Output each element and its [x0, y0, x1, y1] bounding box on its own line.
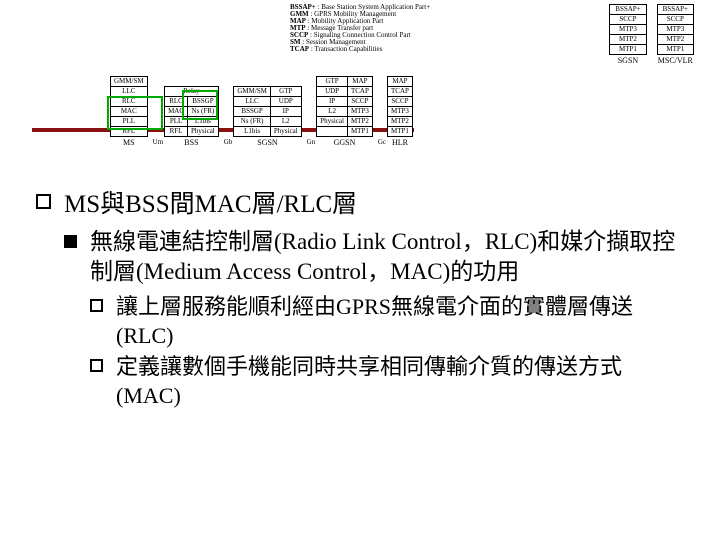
stack-cell: MAP [388, 77, 413, 87]
iface-label: Um [152, 139, 165, 147]
stack-cell: MTP3 [388, 107, 413, 117]
stack-label: GGSN [334, 139, 356, 147]
stack-cell: MTP1 [610, 45, 646, 55]
iface-label: Gb [223, 139, 234, 147]
bullet-l1-text: MS與BSS間MAC層/RLC層 [64, 191, 357, 218]
bullet-l3-text: 讓上層服務能順利經由GPRS無線電介面的實體層傳送(RLC) [116, 294, 633, 348]
stack-cell: MTP2 [610, 35, 646, 45]
stack-cell: L1bis [234, 127, 271, 137]
protocol-stack-diagram: BSSAP+ : Base Station System Application… [110, 4, 700, 166]
stack-sgsn-top: BSSAP+SCCPMTP3MTP2MTP1 SGSN [609, 4, 646, 65]
legend-row: TCAP : Transaction Capabilities [290, 46, 500, 53]
bottom-stacks: GMM/SMLLCRLCMACPLLRFL MS Um RelayRLCBSSG… [110, 76, 417, 147]
stack-cell: MAC [165, 107, 188, 117]
stack-cell: UDP [317, 87, 348, 97]
stack-hlr: MAPTCAPSCCPMTP3MTP2MTP1 HLR [387, 76, 413, 147]
stack-cell: SCCP [610, 15, 646, 25]
stack-cell: BSSGP [234, 107, 271, 117]
stack-cell: IP [270, 107, 301, 117]
stack-label: SGSN [618, 57, 638, 65]
stack-label: BSS [184, 139, 198, 147]
bullet-l3-text: 定義讓數個手機能同時共享相同傳輸介質的傳送方式(MAC) [116, 354, 622, 408]
stack-cell: MTP2 [657, 35, 693, 45]
stack-cell: Physical [270, 127, 301, 137]
stack-cell: MTP1 [657, 45, 693, 55]
stack-cell: RFL [111, 127, 148, 137]
stack-cell: MTP3 [657, 25, 693, 35]
stack-cell: SCCP [347, 97, 372, 107]
stack-cell: GMM/SM [234, 87, 271, 97]
iface-label: Gc [377, 139, 387, 147]
stack-cell: MTP2 [388, 117, 413, 127]
stack-label: MS [123, 139, 135, 147]
stack-cell: MTP3 [347, 107, 372, 117]
stack-cell: L2 [270, 117, 301, 127]
stack-cell: LLC [111, 87, 148, 97]
stack-label: SGSN [257, 139, 277, 147]
stack-cell [317, 127, 348, 137]
legend: BSSAP+ : Base Station System Application… [290, 4, 500, 53]
stack-cell: Relay [165, 87, 219, 97]
stack-label: MSC/VLR [658, 57, 693, 65]
stack-cell: GMM/SM [111, 77, 148, 87]
stack-cell: PLL [165, 117, 188, 127]
stack-cell: TCAP [388, 87, 413, 97]
stack-cell: BSSAP+ [610, 5, 646, 15]
stack-cell: IP [317, 97, 348, 107]
stack-cell: MAP [347, 77, 372, 87]
stack-cell: Physical [188, 127, 219, 137]
stack-cell: MAC [111, 107, 148, 117]
stack-ms: GMM/SMLLCRLCMACPLLRFL MS [110, 76, 148, 147]
top-right-stacks: BSSAP+SCCPMTP3MTP2MTP1 SGSN BSSAP+SCCPMT… [609, 4, 694, 65]
bullet-l2-text: 無線電連結控制層(Radio Link Control，RLC)和媒介擷取控制層… [90, 229, 675, 284]
stack-cell: Ns (FR) [188, 107, 219, 117]
stack-cell: Physical [317, 117, 348, 127]
iface-label: Gn [306, 139, 317, 147]
stack-cell: RFL [165, 127, 188, 137]
stack-cell: TCAP [347, 87, 372, 97]
stack-label: HLR [392, 139, 408, 147]
stack-cell: Ns (FR) [234, 117, 271, 127]
stack-cell: L2 [317, 107, 348, 117]
stack-cell: RLC [111, 97, 148, 107]
bullet-l1: MS與BSS間MAC層/RLC層 無線電連結控制層(Radio Link Con… [36, 188, 686, 410]
bullet-l3: 定義讓數個手機能同時共享相同傳輸介質的傳送方式(MAC) [90, 352, 686, 410]
stack-ggsn: GTPMAPUDPTCAPIPSCCPL2MTP3PhysicalMTP2MTP… [316, 76, 373, 147]
stack-mscvlr: BSSAP+SCCPMTP3MTP2MTP1 MSC/VLR [657, 4, 694, 65]
stack-cell: GTP [270, 87, 301, 97]
stack-cell: PLL [111, 117, 148, 127]
stack-cell: BSSAP+ [657, 5, 693, 15]
stack-cell: UDP [270, 97, 301, 107]
slide-body: MS與BSS間MAC層/RLC層 無線電連結控制層(Radio Link Con… [36, 188, 686, 410]
stack-cell: SCCP [657, 15, 693, 25]
stack-sgsn: GMM/SMGTPLLCUDPBSSGPIPNs (FR)L2L1bisPhys… [233, 86, 301, 147]
bullet-l3: 讓上層服務能順利經由GPRS無線電介面的實體層傳送(RLC) [90, 292, 686, 350]
stack-cell: RLC [165, 97, 188, 107]
stack-bss: RelayRLCBSSGPMACNs (FR)PLLL1bisRFLPhysic… [164, 86, 219, 147]
stack-cell: GTP [317, 77, 348, 87]
stack-cell: MTP3 [610, 25, 646, 35]
stack-cell: MTP1 [388, 127, 413, 137]
stack-cell: BSSGP [188, 97, 219, 107]
stack-cell: MTP1 [347, 127, 372, 137]
stack-cell: L1bis [188, 117, 219, 127]
stack-cell: SCCP [388, 97, 413, 107]
stack-cell: LLC [234, 97, 271, 107]
bullet-l2: 無線電連結控制層(Radio Link Control，RLC)和媒介擷取控制層… [64, 227, 686, 410]
stack-cell: MTP2 [347, 117, 372, 127]
